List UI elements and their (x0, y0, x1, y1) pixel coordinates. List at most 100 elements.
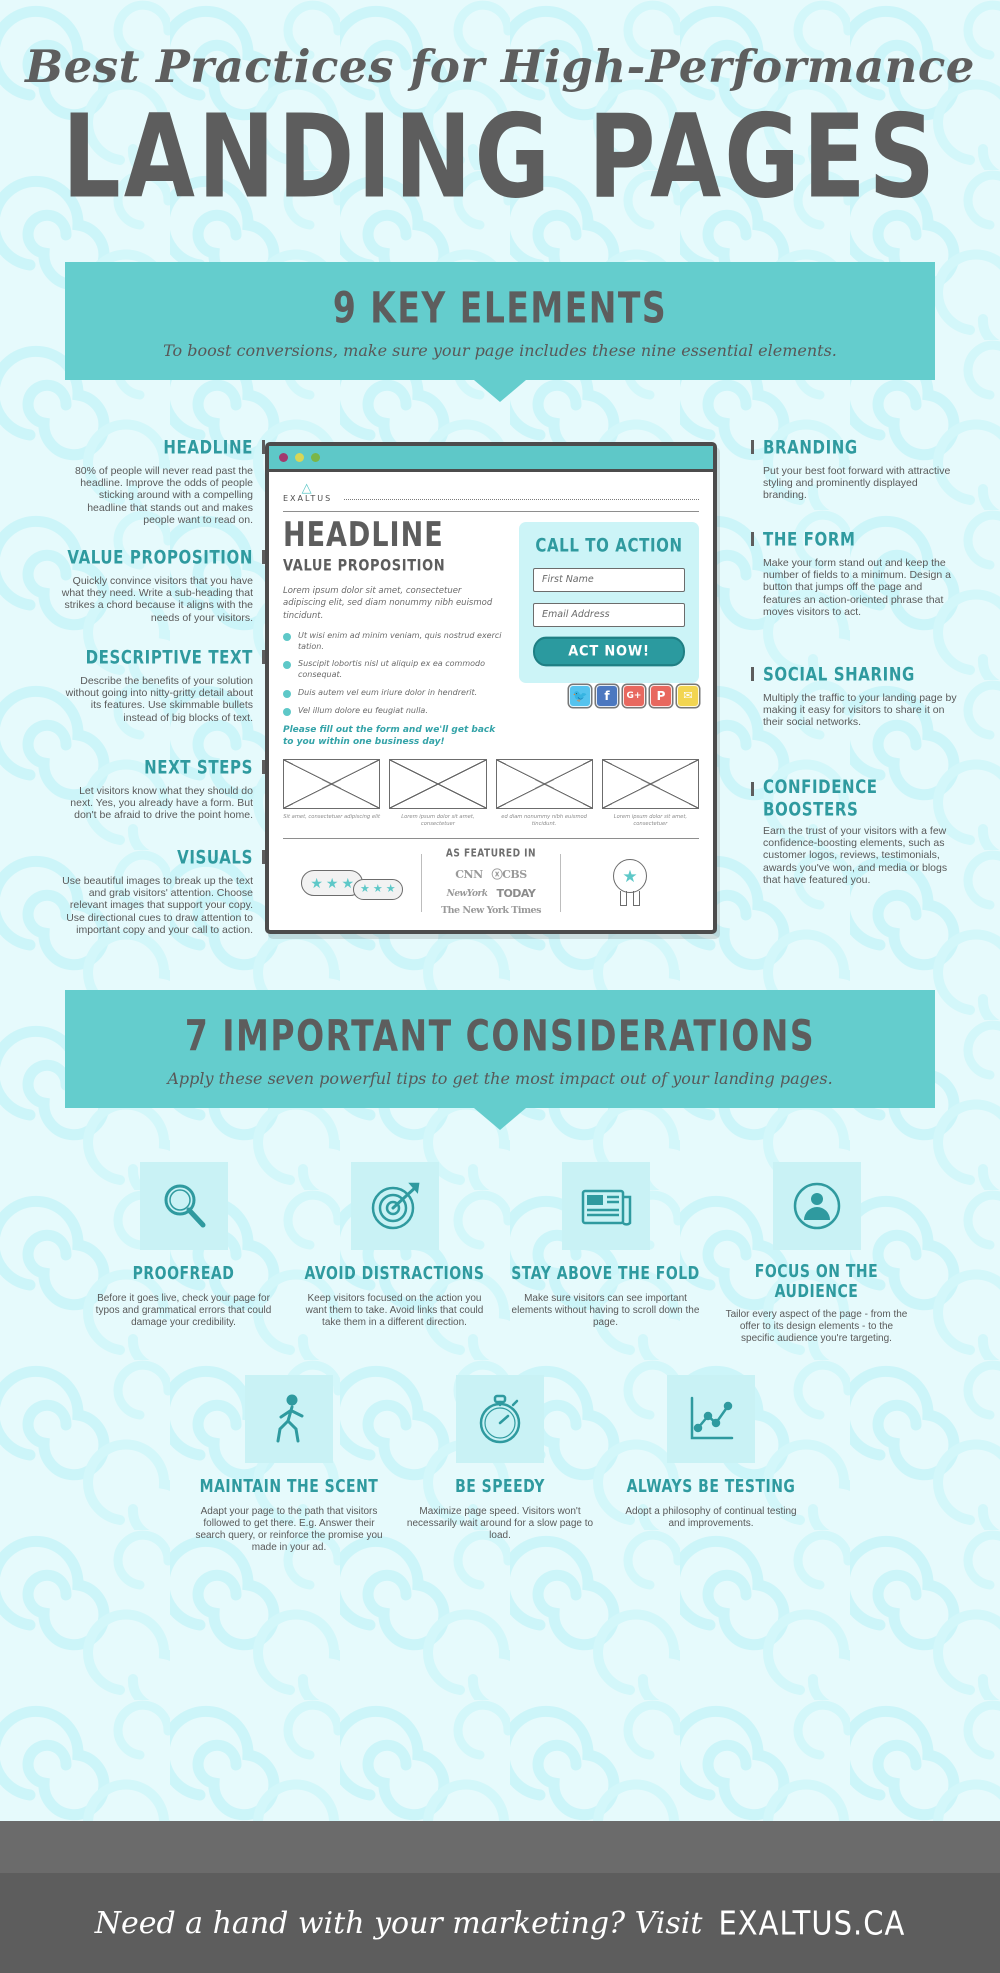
annotation-title: NEXT STEPS (144, 755, 253, 778)
first-name-input[interactable]: First Name (533, 567, 685, 592)
connector-tick (751, 531, 754, 546)
testimonial-bubble-small: ★ ★ ★ (353, 879, 403, 901)
annotation-title: CONFIDENCE BOOSTERS (763, 775, 878, 820)
thumbnail-caption: Sit amet, consectetuer adipiscing elit (283, 813, 380, 820)
consideration-body: Make sure visitors can see important ele… (511, 1292, 700, 1328)
walking-icon (245, 1374, 333, 1463)
bullet-dot-icon (283, 707, 291, 716)
annotation-title: SOCIAL SHARING (763, 662, 915, 685)
consideration-body: Adapt your page to the path that visitor… (195, 1505, 383, 1553)
audience-icon (772, 1161, 861, 1250)
banner-notch (474, 379, 526, 402)
consideration-avoid-distractions: AVOID DISTRACTIONS Keep visitors focused… (292, 1161, 497, 1345)
section-2-title: 7 IMPORTANT CONSIDERATIONS (184, 1009, 816, 1061)
annotation-body: 80% of people will never read past the h… (74, 464, 253, 527)
facebook-icon[interactable]: f (596, 684, 618, 707)
logo-dotted-rule (344, 498, 699, 500)
annotation-body: Put your best foot forward with attracti… (763, 464, 951, 502)
cta-title: CALL TO ACTION (535, 533, 683, 557)
annotation-title: THE FORM (763, 527, 856, 550)
thumbnail-caption: Lorem ipsum dolor sit amet, consectetuer (613, 813, 688, 827)
consideration-title: AVOID DISTRACTIONS (304, 1263, 485, 1284)
bullet-text: Ut wisi enim ad minim veniam, quis nostr… (298, 630, 502, 651)
footer-brand-url[interactable]: EXALTUS.CA (718, 1903, 905, 1942)
footer-upper-band (0, 1821, 1000, 1873)
newyork-logo: NewYork (446, 888, 488, 899)
magnifier-icon (139, 1161, 228, 1250)
mockup-form-note: Please fill out the form and we'll get b… (283, 724, 496, 748)
thumbnail-item: Lorem ipsum dolor sit amet, consectetuer (601, 758, 699, 828)
mockup-bullet-list: Ut wisi enim ad minim veniam, quis nostr… (283, 631, 507, 717)
consideration-title: MAINTAIN THE SCENT (199, 1476, 379, 1497)
connector-tick (751, 439, 754, 454)
bullet-dot-icon (283, 690, 291, 699)
section-1-banner: 9 KEY ELEMENTS To boost conversions, mak… (0, 261, 1000, 402)
title-script-line: Best Practices for High-Performance (25, 40, 975, 93)
image-thumbnails-row: Sit amet, consectetuer adipiscing elit L… (283, 758, 699, 828)
email-input[interactable]: Email Address (533, 602, 685, 627)
annotation-title: BRANDING (763, 435, 858, 458)
bullet-text: Vel illum dolore eu feugiat nulla. (298, 705, 428, 715)
considerations-row-2: MAINTAIN THE SCENT Adapt your page to th… (70, 1374, 930, 1554)
annotation-title: VISUALS (177, 845, 253, 868)
as-featured-in-cell: AS FEATURED IN CNN ⓧCBS NewYork TODAY Th… (422, 848, 560, 917)
consideration-proofread: PROOFREAD Before it goes live, check you… (81, 1161, 286, 1345)
consideration-be-speedy: BE SPEEDY Maximize page speed. Visitors … (398, 1374, 603, 1554)
email-icon[interactable]: ✉ (677, 684, 699, 707)
annotation-body: Quickly convince visitors that you have … (61, 574, 253, 624)
connector-tick (751, 666, 754, 681)
bullet-dot-icon (283, 632, 291, 641)
exaltus-logo[interactable]: △ EXALTUS (283, 481, 333, 503)
annotation-body: Describe the benefits of your solution w… (65, 674, 253, 724)
key-elements-section: HEADLINE 80% of people will never read p… (0, 420, 1000, 980)
list-item: Suscipit lobortis nisl ut aliquip ex ea … (283, 659, 507, 681)
consideration-maintain-the-scent: MAINTAIN THE SCENT Adapt your page to th… (187, 1374, 392, 1554)
list-item: Vel illum dolore eu feugiat nulla. (283, 706, 507, 717)
annotation-visuals: VISUALS Use beautiful images to break up… (58, 845, 265, 937)
browser-title-bar (269, 445, 713, 472)
award-badge-cell: ★ (561, 859, 699, 907)
call-to-action-box: CALL TO ACTION First Name Email Address … (519, 521, 699, 683)
section-2-subtitle: Apply these seven powerful tips to get t… (167, 1068, 833, 1088)
annotation-the-form: THE FORM Make your form stand out and ke… (751, 527, 958, 619)
annotation-title: DESCRIPTIVE TEXT (85, 645, 253, 668)
image-placeholder-icon (283, 758, 381, 809)
section-1-subtitle: To boost conversions, make sure your pag… (163, 340, 837, 360)
act-now-button[interactable]: ACT NOW! (533, 636, 685, 667)
pinterest-icon[interactable]: P (650, 684, 672, 707)
list-item: Ut wisi enim ad minim veniam, quis nostr… (283, 631, 507, 653)
consideration-title: ALWAYS BE TESTING (626, 1476, 796, 1497)
connector-tick (751, 781, 754, 796)
considerations-row-1: PROOFREAD Before it goes live, check you… (70, 1161, 930, 1345)
new-york-times-logo: The New York Times (441, 905, 541, 917)
twitter-icon[interactable]: 🐦 (569, 684, 591, 707)
consideration-title: PROOFREAD (132, 1263, 235, 1284)
mockup-logo-row: △ EXALTUS (283, 481, 699, 503)
thumbnail-item: Lorem ipsum dolor sit amet, consectetuer (389, 758, 487, 828)
badge-circle-icon: ★ (613, 859, 647, 894)
consideration-body: Tailor every aspect of the page - from t… (725, 1308, 908, 1344)
page-title: Best Practices for High-Performance LAND… (0, 0, 1000, 214)
google-plus-icon[interactable]: G+ (623, 684, 645, 707)
logo-text: EXALTUS (283, 493, 333, 503)
footer-tagline: Need a hand with your marketing? Visit (94, 1905, 703, 1941)
minimize-window-dot[interactable] (295, 452, 304, 462)
star-icon: ★ (325, 874, 339, 891)
image-placeholder-icon (389, 758, 487, 809)
consideration-title: STAY ABOVE THE FOLD (511, 1263, 700, 1284)
testimonials-cell: ★ ★ ★ ★ ★ ★ (283, 865, 421, 901)
annotation-confidence-boosters: CONFIDENCE BOOSTERS Earn the trust of yo… (751, 775, 958, 887)
mockup-lorem-paragraph: Lorem ipsum dolor sit amet, consectetuer… (283, 585, 493, 621)
maximize-window-dot[interactable] (311, 452, 320, 462)
consideration-title: BE SPEEDY (455, 1476, 545, 1497)
consideration-body: Maximize page speed. Visitors won't nece… (406, 1505, 594, 1541)
close-window-dot[interactable] (279, 452, 288, 462)
bullet-text: Duis autem vel eum iriure dolor in hendr… (298, 688, 478, 698)
social-sharing-row: 🐦 f G+ P ✉ (519, 684, 699, 707)
as-featured-in-label: AS FEATURED IN (445, 848, 537, 861)
thumbnail-item: Sit amet, consectetuer adipiscing elit (283, 758, 381, 828)
thumbnail-caption: Lorem ipsum dolor sit amet, consectetuer (401, 813, 475, 827)
badge-ribbon-icon (620, 891, 640, 907)
annotation-body: Earn the trust of your visitors with a f… (763, 824, 948, 887)
annotation-body: Use beautiful images to break up the tex… (62, 874, 253, 937)
